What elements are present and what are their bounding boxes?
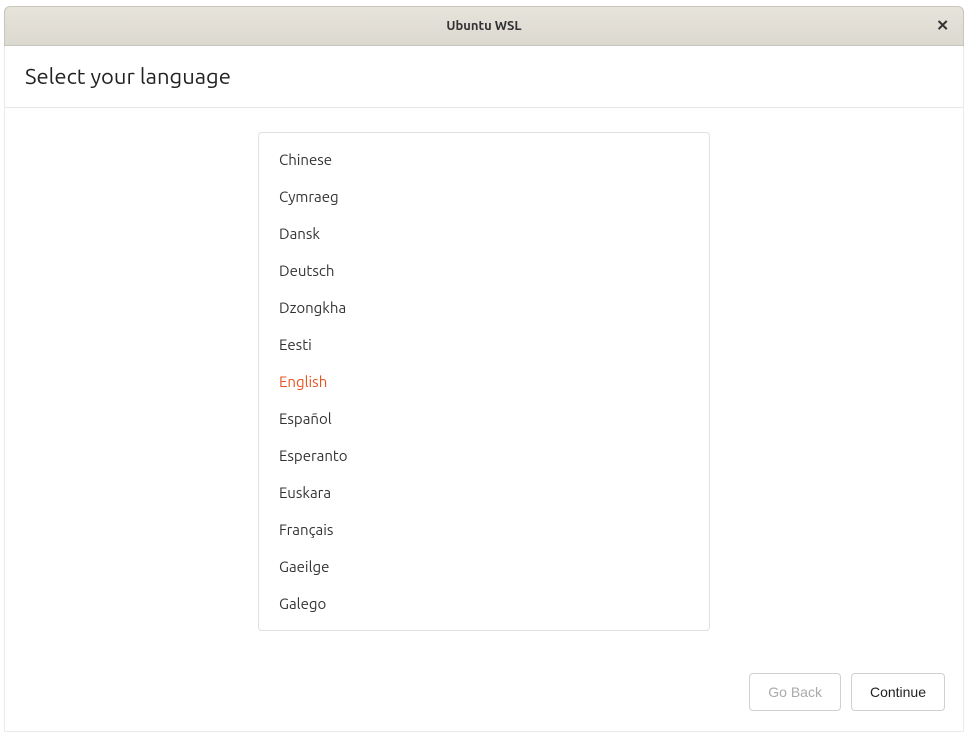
language-item[interactable]: Français xyxy=(259,511,709,548)
language-item[interactable]: Euskara xyxy=(259,474,709,511)
window-body: Select your language ChineseCymraegDansk… xyxy=(4,46,964,732)
language-item[interactable]: Deutsch xyxy=(259,252,709,289)
header-section: Select your language xyxy=(5,46,963,108)
close-icon[interactable]: ✕ xyxy=(936,19,949,34)
language-item[interactable]: English xyxy=(259,363,709,400)
window-title: Ubuntu WSL xyxy=(446,19,521,33)
continue-button[interactable]: Continue xyxy=(851,673,945,711)
language-item[interactable]: Galego xyxy=(259,585,709,622)
page-title: Select your language xyxy=(25,64,943,89)
language-item[interactable]: Esperanto xyxy=(259,437,709,474)
go-back-button[interactable]: Go Back xyxy=(749,673,841,711)
language-item[interactable]: Gaeilge xyxy=(259,548,709,585)
language-item[interactable]: Dzongkha xyxy=(259,289,709,326)
language-item[interactable]: Eesti xyxy=(259,326,709,363)
titlebar: Ubuntu WSL ✕ xyxy=(4,6,964,46)
language-item[interactable]: Cymraeg xyxy=(259,178,709,215)
language-item[interactable]: Dansk xyxy=(259,215,709,252)
language-item[interactable]: Chinese xyxy=(259,141,709,178)
language-list[interactable]: ChineseCymraegDanskDeutschDzongkhaEestiE… xyxy=(258,132,710,631)
language-item[interactable]: Español xyxy=(259,400,709,437)
footer: Go Back Continue xyxy=(5,657,963,731)
content-area: ChineseCymraegDanskDeutschDzongkhaEestiE… xyxy=(5,108,963,657)
